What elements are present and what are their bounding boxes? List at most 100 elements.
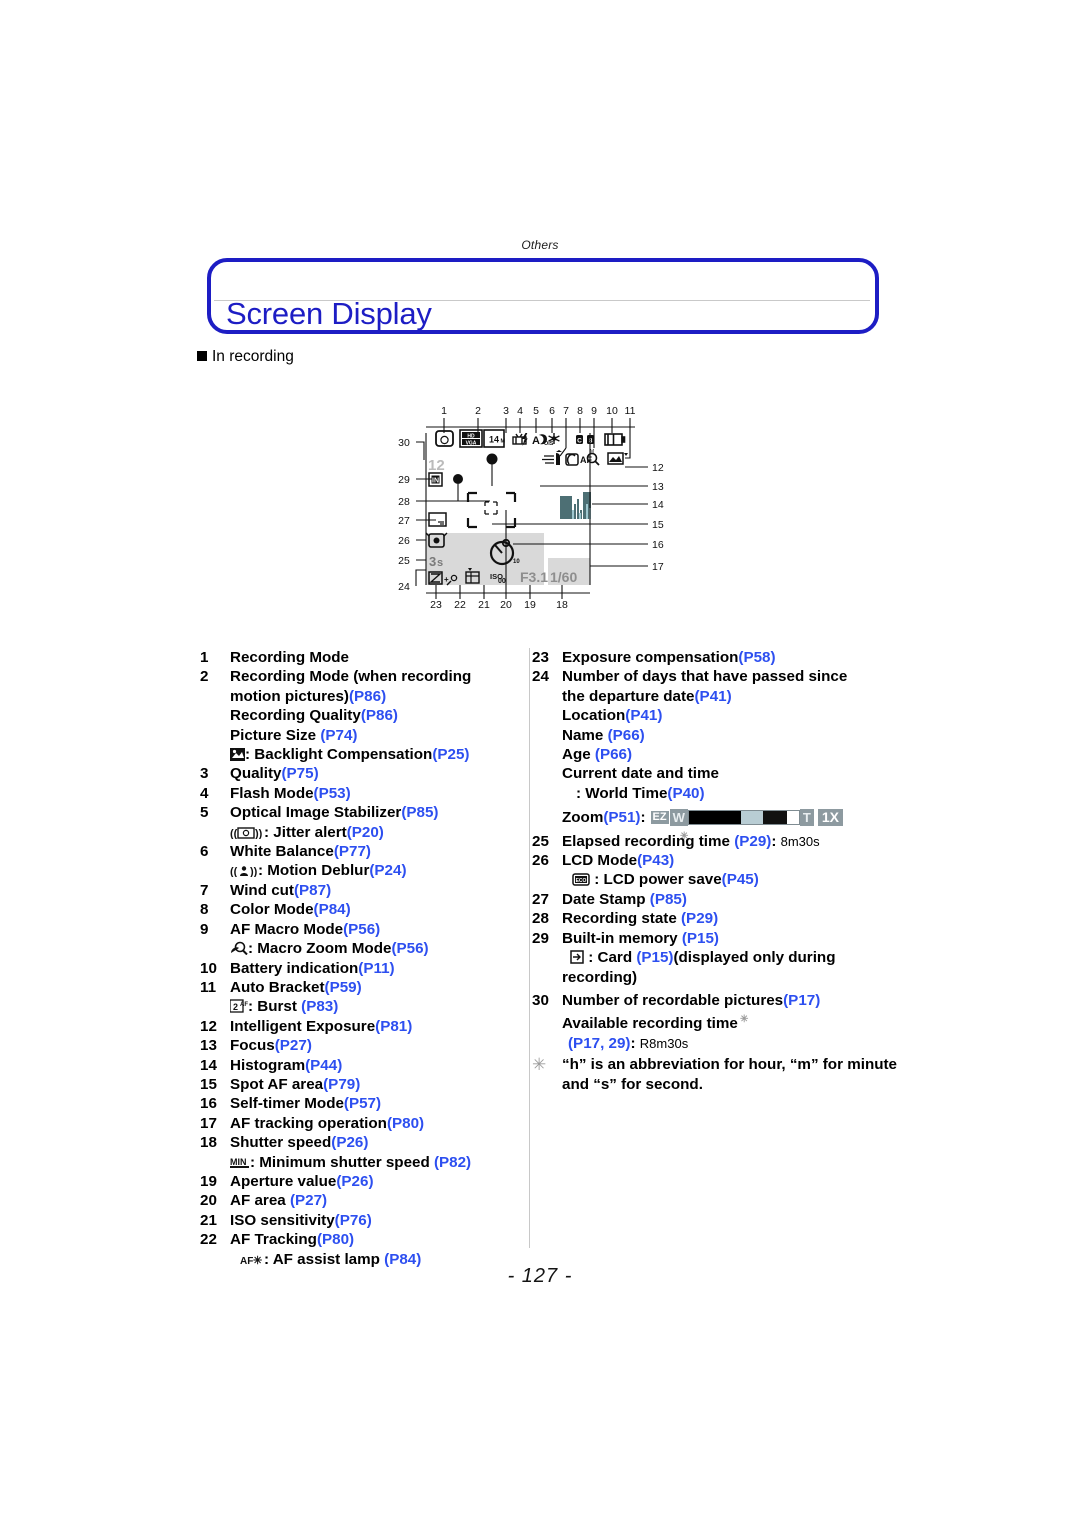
svg-text:F3.1: F3.1 [520,569,548,585]
page-ref[interactable]: (P45) [722,871,759,888]
legend-item: 4 Flash Mode(P53) [200,784,530,803]
item-label: : Macro Zoom Mode(P56) [230,939,530,958]
af-assist-lamp-icon: AF ✳ [240,1253,264,1266]
svg-text:10: 10 [606,405,618,417]
page-ref[interactable]: (P82) [434,1154,471,1171]
page-ref[interactable]: (P66) [595,746,632,763]
page-ref[interactable]: (P75) [281,765,318,782]
svg-text:3: 3 [429,554,436,569]
svg-text:((: (( [230,828,238,839]
page-ref[interactable]: (P83) [301,998,338,1015]
zoom-bar-widget[interactable]: EZ W T 1X [649,809,843,827]
page-ref[interactable]: (P86) [349,688,386,705]
svg-text:20: 20 [500,599,512,611]
page-ref[interactable]: (P80) [387,1115,424,1132]
item-number: 16 [200,1095,217,1113]
svg-text:IN: IN [432,478,439,485]
item-number: 1 [200,649,209,666]
page-ref[interactable]: (P59) [325,979,362,996]
legend-item: 17 AF tracking operation(P80) [200,1114,530,1133]
svg-text:+: + [444,575,449,584]
page-ref[interactable]: (P27) [275,1037,312,1054]
page-ref[interactable]: (P25) [432,746,469,763]
legend-item: 2 Recording Mode (when recording motion … [200,667,530,764]
svg-text:((: (( [230,866,238,877]
page-ref[interactable]: (P74) [320,727,357,744]
legend-item: 27 Date Stamp (P85) [532,890,898,909]
page-ref[interactable]: (P53) [314,785,351,802]
legend-item: 11 Auto Bracket(P59) 2 AF: Burst (P83) [200,978,530,1017]
item-number: 20 [200,1192,217,1210]
min-shutter-icon: MIN [230,1156,250,1169]
page-ref[interactable]: (P85) [401,804,438,821]
page-ref[interactable]: (P41) [625,707,662,724]
page-ref[interactable]: (P17) [783,992,820,1009]
page-ref[interactable]: (P76) [335,1212,372,1229]
zoom-fill-mid [740,811,763,825]
page-ref[interactable]: (P27) [290,1192,327,1209]
page-ref[interactable]: (P84) [314,901,351,918]
zoom-magnification-badge: 1X [817,809,843,827]
page-ref[interactable]: (P29) [734,833,771,850]
page-ref[interactable]: (P85) [650,891,687,908]
page-ref[interactable]: (P26) [331,1134,368,1151]
page-ref[interactable]: (P79) [323,1076,360,1093]
item-number: 4 [200,784,209,802]
item-label: Recording state [562,910,681,928]
page-ref[interactable]: (P24) [369,862,406,879]
page-ref[interactable]: (P40) [667,785,704,802]
page-ref[interactable]: (P86) [361,707,398,724]
page-ref[interactable]: (P87) [294,882,331,899]
page-ref[interactable]: (P56) [343,921,380,938]
bullet-square-icon [197,351,207,361]
page-ref[interactable]: (P57) [344,1095,381,1112]
item-label: Optical Image Stabilizer(P85) [230,804,439,822]
item-number: 25 [532,832,549,850]
item-number: 2 [200,668,209,686]
manual-page: Others Screen Display In recording 1 2 3… [0,0,1080,1526]
page-ref[interactable]: (P77) [334,843,371,860]
item-label: Current date and time [562,765,719,783]
page-ref[interactable]: (P66) [608,727,645,744]
item-label: Recording Quality(P86) [230,707,398,725]
legend-item: 23 Exposure compensation(P58) [532,648,898,667]
item-label: motion pictures)(P86) [230,687,387,705]
item-label: Name (P66) [562,726,645,744]
page-ref[interactable]: (P81) [375,1018,412,1035]
svg-text:)): )) [250,866,258,877]
page-ref[interactable]: (P44) [305,1057,342,1074]
page-ref[interactable]: (P43) [637,852,674,869]
svg-text:2: 2 [233,1002,238,1012]
page-ref[interactable]: (P15) [636,949,673,966]
item-number: 6 [200,843,209,861]
item-number: 28 [532,910,549,928]
page-ref[interactable]: (P51) [603,808,640,827]
svg-text:26: 26 [398,535,410,547]
page-ref[interactable]: (P17, 29) [568,1035,630,1052]
zoom-track[interactable] [687,810,800,826]
item-label: Quality [230,765,282,783]
page-ref[interactable]: (P15) [682,930,719,947]
svg-text:6: 6 [549,405,555,417]
item-number: 12 [200,1017,217,1035]
page-ref[interactable]: (P80) [317,1231,354,1248]
page-ref[interactable]: (P41) [695,688,732,705]
page-ref[interactable]: (P29) [681,910,718,927]
item-label: White Balance(P77) [230,843,371,861]
page-ref[interactable]: (P20) [347,824,384,841]
svg-text:11: 11 [625,405,636,417]
svg-text:MIN: MIN [230,1157,247,1167]
page-ref[interactable]: (P58) [738,649,775,666]
page-ref[interactable]: (P11) [358,960,394,977]
page-title: Screen Display [226,296,432,331]
lcd-power-save-icon: ECO [572,872,590,887]
svg-text:28: 28 [398,496,410,508]
svg-text:14: 14 [489,435,499,445]
svg-text:22: 22 [454,599,466,611]
page-ref[interactable]: (P56) [391,940,428,957]
svg-text:OIS: OIS [544,441,554,447]
footnote-text: “h” is an abbreviation for hour, “m” for… [562,1056,897,1093]
item-label: AF Tracking(P80) [230,1231,355,1249]
page-ref[interactable]: (P26) [336,1173,373,1190]
item-label: : Card (P15)(displayed only during [562,948,898,967]
